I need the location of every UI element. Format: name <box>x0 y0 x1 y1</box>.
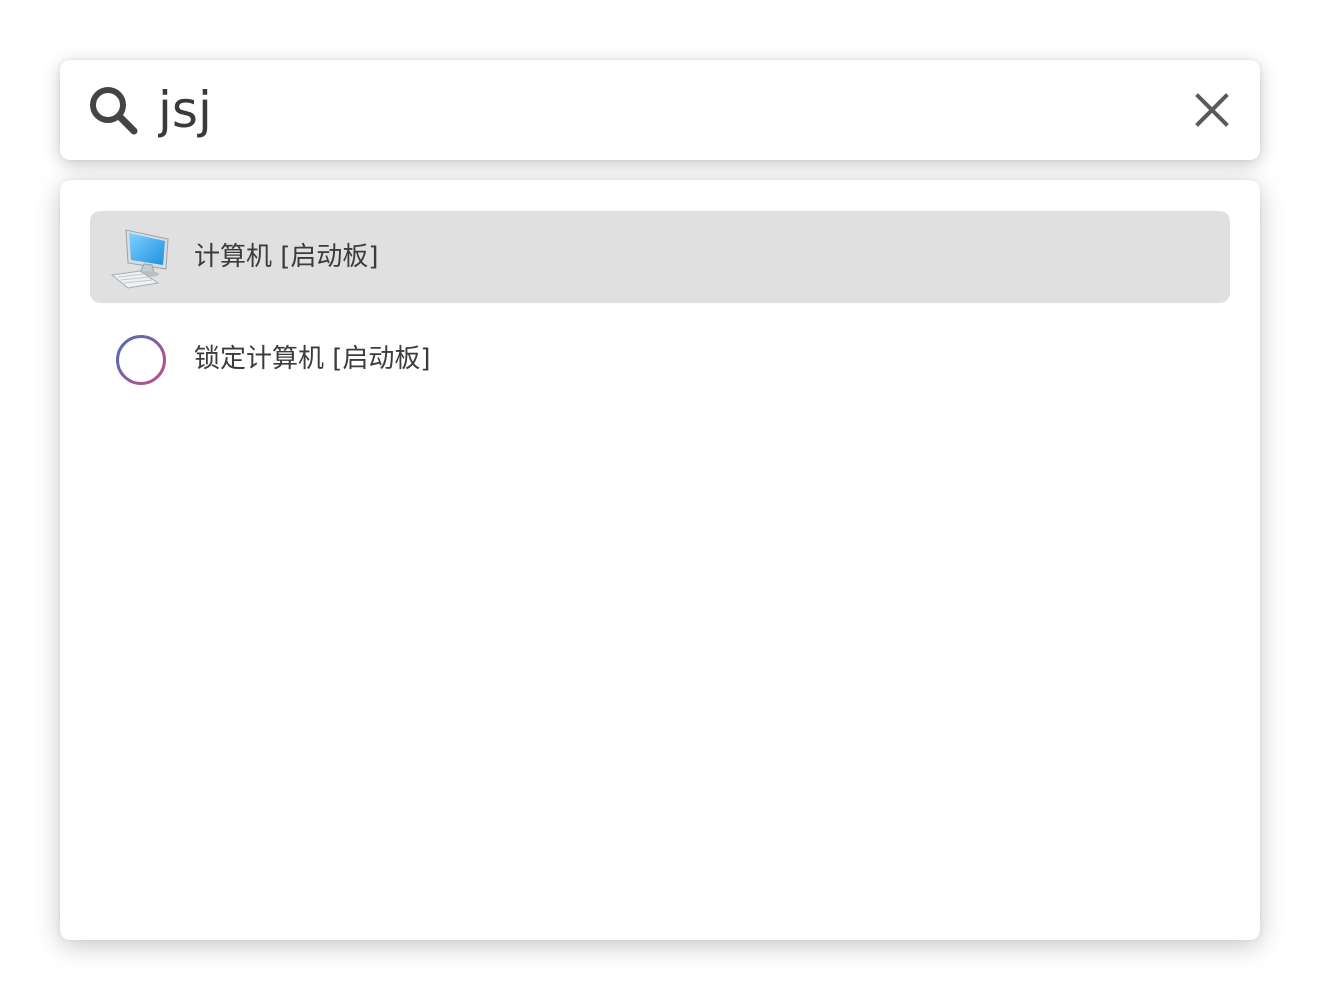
result-item-lock-computer[interactable]: 锁定计算机 [启动板] <box>90 313 1230 405</box>
close-icon[interactable] <box>1190 88 1234 132</box>
results-list: 计算机 [启动板] 锁定计算机 [启动板] <box>60 180 1260 940</box>
circle-outline-icon <box>116 335 166 385</box>
result-label: 锁定计算机 [启动板] <box>194 344 431 374</box>
search-input[interactable] <box>158 74 1158 146</box>
search-bar <box>60 60 1260 160</box>
search-icon <box>90 87 138 135</box>
result-item-computer[interactable]: 计算机 [启动板] <box>90 211 1230 303</box>
computer-icon <box>110 229 169 289</box>
result-label: 计算机 [启动板] <box>194 242 379 272</box>
